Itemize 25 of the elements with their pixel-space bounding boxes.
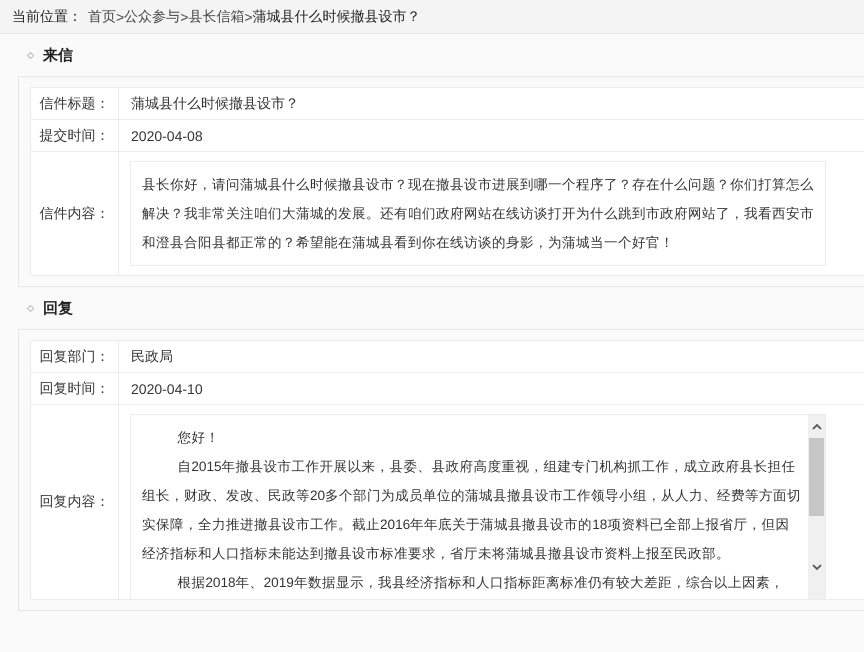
scrollbar[interactable] bbox=[808, 415, 825, 599]
breadcrumb-link[interactable]: 首页 bbox=[88, 8, 116, 26]
diamond-bullet-icon bbox=[27, 304, 34, 312]
section-title: 来信 bbox=[43, 46, 73, 64]
field-label: 信件标题： bbox=[30, 88, 118, 120]
field-label: 回复内容： bbox=[30, 404, 118, 600]
chevron-up-icon[interactable] bbox=[812, 423, 822, 430]
field-label: 信件内容： bbox=[30, 152, 118, 276]
field-label: 回复部门： bbox=[30, 340, 118, 372]
field-label: 回复时间： bbox=[30, 372, 118, 404]
letter-content-text: 县长你好，请问蒲城县什么时候撤县设市？现在撤县设市进展到哪一个程序了？存在什么问题？你们打算怎么解决？我非常关注咱们大蒲城的发展。还有咱们政府网站在线访谈打开为什么跳到市政府网站了，我看西安市和澄县合阳县都正常的？希望能在蒲城县看到你在线访谈的身影，为蒲城当一个好官！ bbox=[130, 161, 826, 266]
chevron-down-icon[interactable] bbox=[812, 564, 822, 571]
breadcrumb-link[interactable]: 公众参与 bbox=[124, 8, 180, 26]
reply-content-text: 您好！ 自2015年撤县设市工作开展以来，县委、县政府高度重视，组建专门机构抓工作，成立政府县长担任组长，财政、发改、民政等20多个部门为成员单位的蒲城县撤县设市工作领导小组，从人力、经费等方面切实保障，全力推进撤县设市工作。截止2016年年底关于蒲城县撤县设市的18项资料已全部上报省厅，但因经济指标和人口指标未能达到撤县设市标准要求，省厅未将蒲城县撤县设市资料上报至民政部。 根据2018年、2019年数据显示，我县经济指标和人口指标距离标准仍有较大差距，综合以上因素， bbox=[141, 429, 802, 592]
breadcrumb-separator: > bbox=[244, 8, 253, 24]
breadcrumb-separator: > bbox=[116, 8, 124, 24]
section-title: 回复 bbox=[43, 298, 73, 318]
field-value: 蒲城县什么时候撤县设市？ bbox=[118, 88, 864, 120]
breadcrumb-label: 当前位置： bbox=[12, 8, 82, 26]
field-value: 民政局 bbox=[118, 340, 864, 372]
breadcrumb-link[interactable]: 县长信箱 bbox=[188, 8, 244, 26]
field-label: 提交时间： bbox=[30, 120, 118, 152]
breadcrumb-separator: > bbox=[180, 8, 188, 24]
diamond-bullet-icon bbox=[27, 52, 34, 58]
breadcrumb-current: 蒲城县什么时候撤县设市？ bbox=[252, 8, 421, 26]
